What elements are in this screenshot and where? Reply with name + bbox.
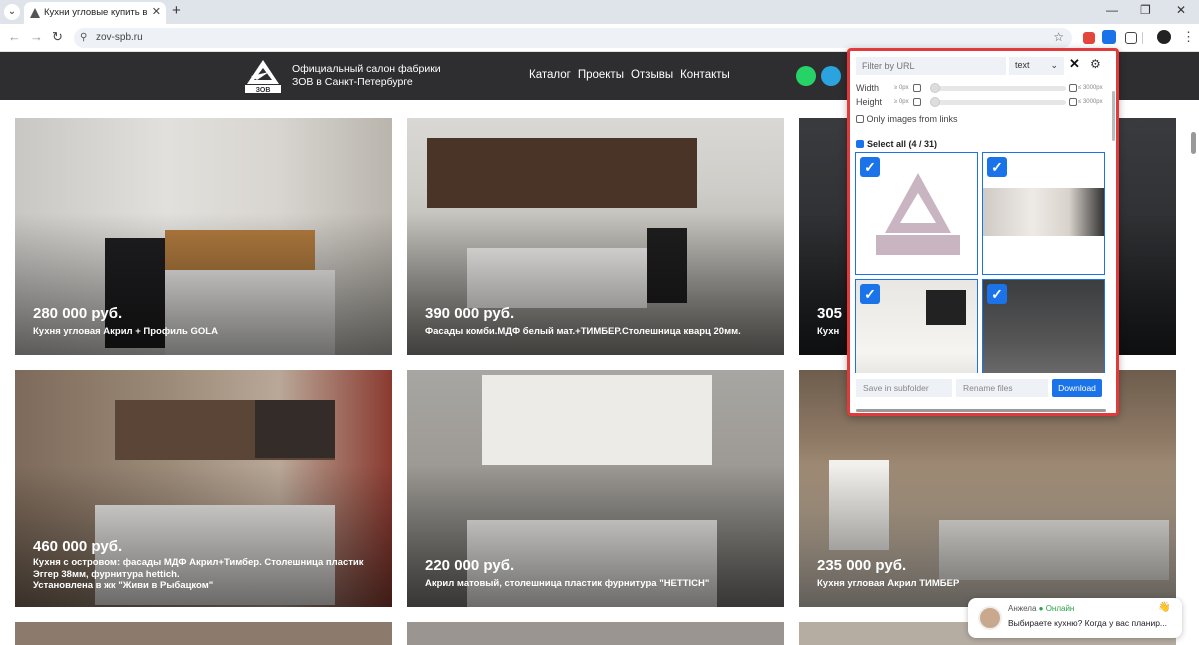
rename-input[interactable]: Rename files (956, 379, 1048, 397)
height-slider-handle[interactable] (930, 97, 940, 107)
avatar (978, 606, 1002, 630)
chevron-down-icon: ⌄ (1050, 60, 1058, 70)
filter-url-input[interactable] (856, 57, 1006, 75)
select-all-option[interactable]: Select all (4 / 31) (856, 139, 937, 149)
width-min-checkbox[interactable] (913, 84, 921, 92)
width-min-label: ≥ 0px (894, 85, 909, 91)
image-thumbnail[interactable]: ✓ (855, 152, 978, 275)
width-slider[interactable] (930, 83, 1066, 93)
width-max-checkbox[interactable] (1069, 84, 1077, 92)
select-all-checkbox[interactable] (856, 140, 864, 148)
height-label: Height (856, 97, 883, 107)
height-max-checkbox[interactable] (1069, 98, 1077, 106)
width-label: Width (856, 83, 880, 93)
popup-scrollbar[interactable] (1112, 91, 1115, 141)
chat-message: Выбираете кухню? Когда у вас планир... (1008, 618, 1168, 628)
image-downloader-popup: text⌄ ✕ ⚙ Width ≥ 0px ≤ 3000px Height ≥ … (847, 48, 1119, 416)
height-slider[interactable] (930, 97, 1066, 107)
popup-footer: Save in subfolder Rename files Download (850, 373, 1116, 407)
chat-widget[interactable]: Анжела ● Онлайн Выбираете кухню? Когда у… (968, 598, 1182, 638)
width-max-label: ≤ 3000px (1078, 85, 1103, 91)
waving-hand-icon: 👋 (1158, 602, 1171, 613)
filter-mode-select[interactable]: text ⌄ (1009, 57, 1064, 75)
download-button[interactable]: Download (1052, 379, 1102, 397)
checkmark-icon[interactable]: ✓ (987, 157, 1007, 177)
popup-horizontal-scrollbar[interactable] (856, 409, 1106, 412)
checkmark-icon[interactable]: ✓ (860, 284, 880, 304)
only-links-option[interactable]: Only images from links (856, 114, 958, 124)
only-links-checkbox[interactable] (856, 115, 864, 123)
width-slider-handle[interactable] (930, 83, 940, 93)
image-thumbnail[interactable]: ✓ (982, 152, 1105, 275)
chat-agent-name: Анжела ● Онлайн (1008, 604, 1075, 613)
checkmark-icon[interactable]: ✓ (987, 284, 1007, 304)
kitchen-thumbnail-photo (983, 188, 1104, 236)
close-icon[interactable]: ✕ (1069, 56, 1080, 72)
height-min-checkbox[interactable] (913, 98, 921, 106)
checkmark-icon[interactable]: ✓ (860, 157, 880, 177)
hood-shape (926, 290, 966, 325)
gear-icon[interactable]: ⚙ (1090, 57, 1101, 71)
height-max-label: ≤ 3000px (1078, 99, 1103, 105)
height-min-label: ≥ 0px (894, 99, 909, 105)
subfolder-input[interactable]: Save in subfolder (856, 379, 952, 397)
